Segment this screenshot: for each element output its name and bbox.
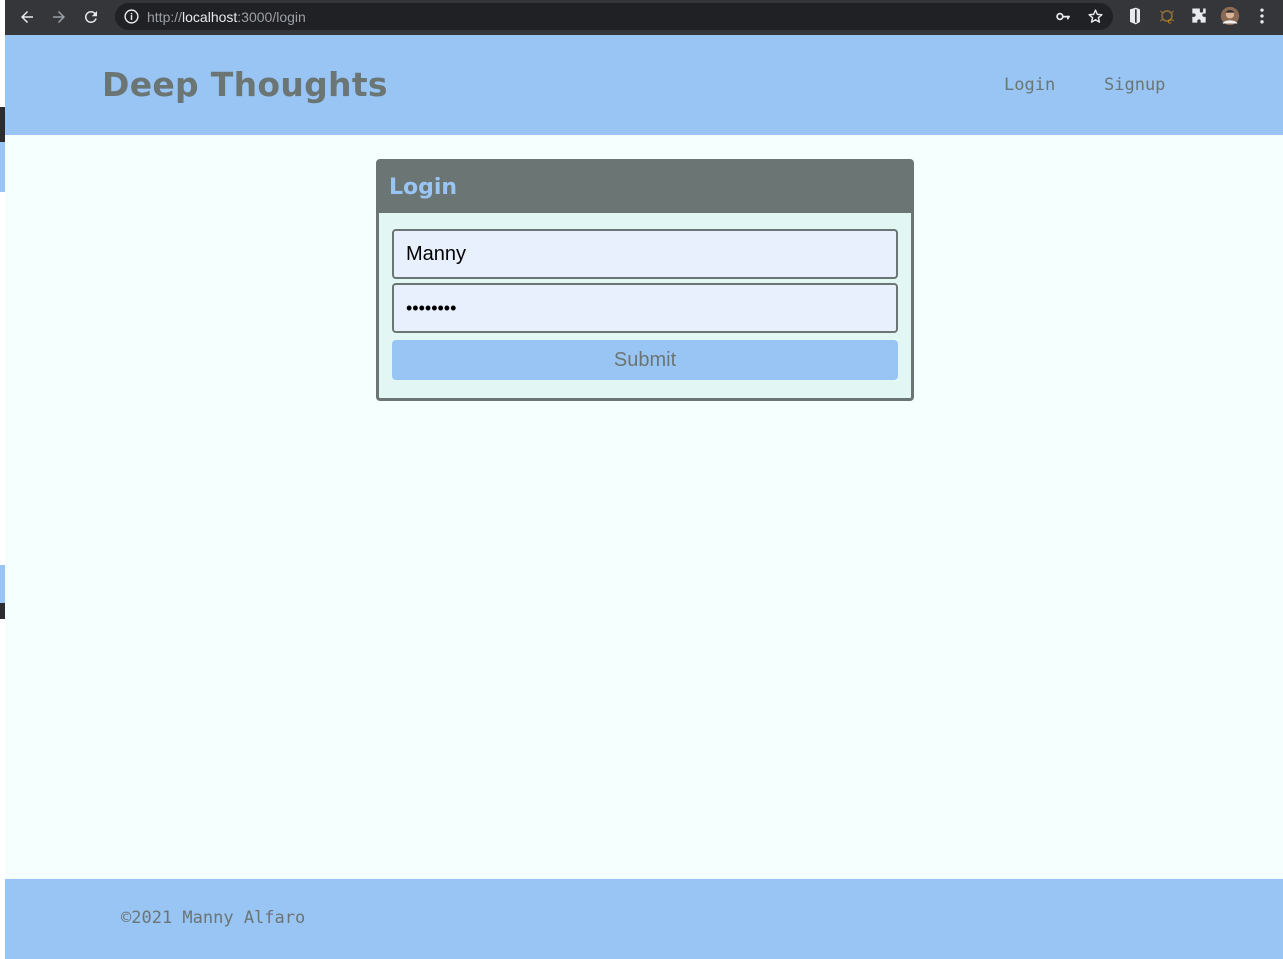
username-input[interactable]: Manny: [392, 229, 898, 279]
url-host: localhost: [182, 9, 238, 25]
adjacent-window-edge: [0, 0, 5, 959]
site-header: Deep Thoughts Login Signup: [5, 35, 1283, 135]
profile-avatar-icon[interactable]: [1220, 6, 1240, 26]
site-info-icon[interactable]: [123, 8, 140, 25]
extension-shield-icon[interactable]: [1125, 6, 1145, 26]
browser-menu-icon[interactable]: [1254, 6, 1270, 26]
nav-login-link[interactable]: Login: [1004, 75, 1055, 95]
site-footer: ©2021 Manny Alfaro: [5, 879, 1283, 959]
url-scheme: http://: [147, 9, 183, 25]
footer-copyright: ©2021 Manny Alfaro: [121, 908, 306, 928]
brand-title[interactable]: Deep Thoughts: [102, 65, 388, 104]
login-card-title: Login: [389, 175, 458, 200]
extensions-puzzle-icon[interactable]: [1189, 6, 1209, 26]
back-arrow-icon[interactable]: [15, 5, 39, 29]
reload-icon[interactable]: [79, 5, 103, 29]
bookmark-star-icon[interactable]: [1087, 8, 1104, 25]
nav-signup-link[interactable]: Signup: [1104, 75, 1165, 95]
browser-toolbar: http://localhost:3000/login c: [5, 0, 1283, 35]
login-card: Login Manny •••••••• Submit: [376, 159, 914, 401]
address-bar[interactable]: http://localhost:3000/login: [115, 3, 1113, 30]
login-card-header: Login: [379, 162, 911, 213]
svg-text:c: c: [1168, 17, 1172, 26]
extension-bug-icon[interactable]: c: [1157, 6, 1177, 26]
url-path: :3000/login: [237, 9, 306, 25]
password-input[interactable]: ••••••••: [392, 283, 898, 333]
forward-arrow-icon[interactable]: [47, 5, 71, 29]
submit-button[interactable]: Submit: [392, 340, 898, 380]
key-icon[interactable]: [1055, 8, 1072, 25]
url-text: http://localhost:3000/login: [147, 9, 306, 25]
